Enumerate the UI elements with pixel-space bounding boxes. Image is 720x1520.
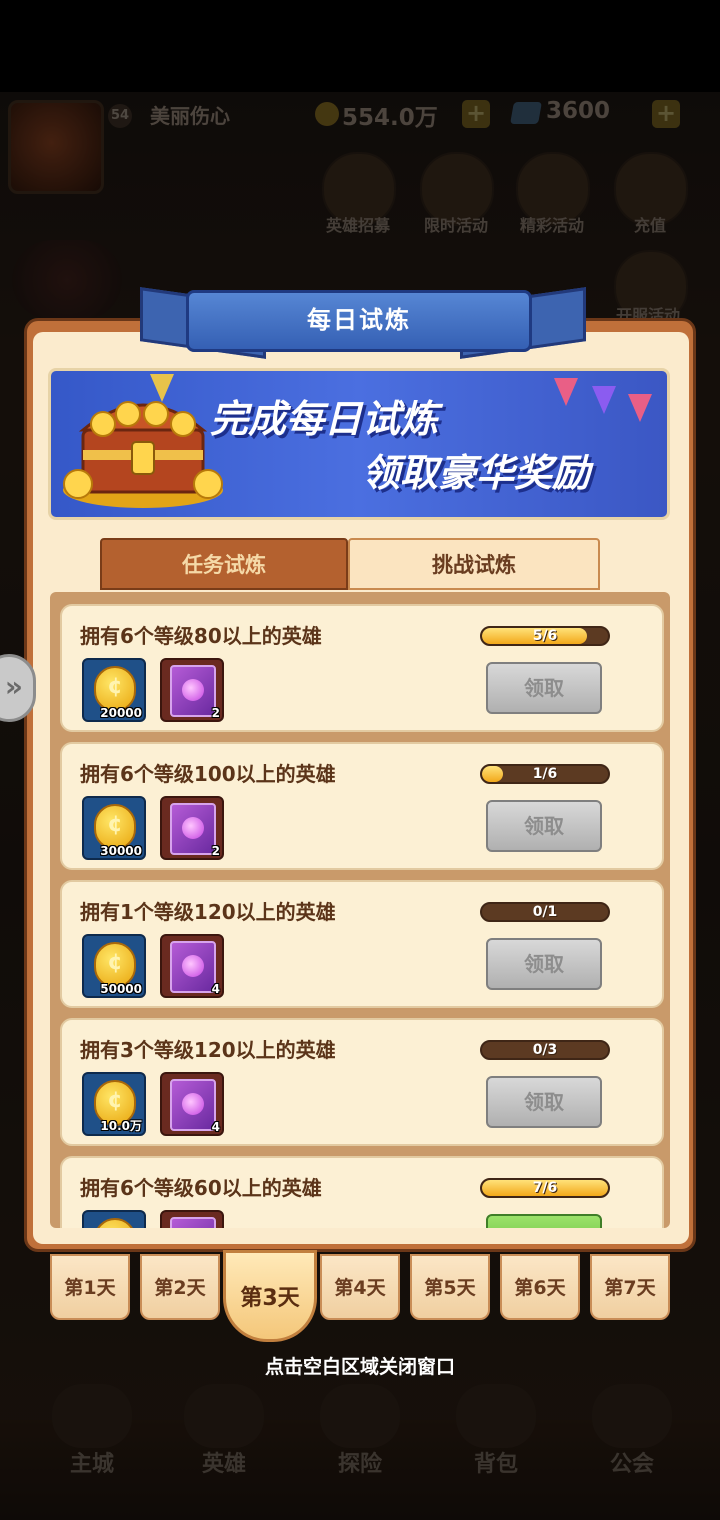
progress-text: 1/6 <box>532 766 558 782</box>
reward-quantity: 10.0万 <box>100 1119 142 1133</box>
bunting-flag <box>592 386 616 414</box>
tab-challenge-trial[interactable]: 挑战试炼 <box>348 538 600 590</box>
summon-card-icon <box>170 665 216 717</box>
reward-summon-card[interactable]: 4 <box>160 934 224 998</box>
tab-task-trial[interactable]: 任务试炼 <box>100 538 348 590</box>
progress-text: 7/6 <box>532 1180 558 1196</box>
summon-card-icon <box>170 941 216 993</box>
reward-quantity: 4 <box>211 1120 220 1134</box>
reward-quantity: 50000 <box>100 982 142 996</box>
progress-text: 0/1 <box>532 904 558 920</box>
claim-button[interactable]: 领取 <box>486 1076 602 1128</box>
day-tab-5[interactable]: 第5天 <box>410 1254 490 1320</box>
reward-summon-card[interactable] <box>160 1210 224 1228</box>
day-tab-6[interactable]: 第6天 <box>500 1254 580 1320</box>
task-title: 拥有6个等级80以上的英雄 <box>80 624 322 648</box>
summon-card-icon <box>170 1217 216 1228</box>
task-list[interactable]: 拥有6个等级80以上的英雄 5/6 ¢ 20000 2 领取 拥有6个等级100… <box>50 592 670 1228</box>
task-card: 拥有3个等级120以上的英雄 0/3 ¢ 10.0万 4 领取 <box>60 1018 664 1146</box>
reward-gold-coin[interactable]: ¢ 10.0万 <box>82 1072 146 1136</box>
task-title: 拥有3个等级120以上的英雄 <box>80 1038 336 1062</box>
task-progress-bar: 1/6 <box>480 764 610 784</box>
task-card: 拥有6个等级100以上的英雄 1/6 ¢ 30000 2 领取 <box>60 742 664 870</box>
claim-button[interactable]: 领取 <box>486 800 602 852</box>
banner-headline: 完成每日试炼 <box>210 397 439 441</box>
reward-gold-coin[interactable]: ¢ 20000 <box>82 658 146 722</box>
task-card: 拥有6个等级60以上的英雄 7/6 ¢ <box>60 1156 664 1228</box>
task-progress-bar: 7/6 <box>480 1178 610 1198</box>
reward-summon-card[interactable]: 2 <box>160 658 224 722</box>
reward-gold-coin[interactable]: ¢ 30000 <box>82 796 146 860</box>
gold-coin-icon: ¢ <box>94 1218 136 1228</box>
day-tab-3[interactable]: 第3天 <box>223 1250 317 1342</box>
reward-quantity: 2 <box>211 844 220 858</box>
day-tab-4[interactable]: 第4天 <box>320 1254 400 1320</box>
day-tab-7[interactable]: 第7天 <box>590 1254 670 1320</box>
claim-button[interactable] <box>486 1214 602 1228</box>
reward-summon-card[interactable]: 2 <box>160 796 224 860</box>
dialog-title: 每日试炼 <box>307 306 411 334</box>
reward-gold-coin[interactable]: ¢ <box>82 1210 146 1228</box>
progress-text: 5/6 <box>532 628 558 644</box>
reward-gold-coin[interactable]: ¢ 50000 <box>82 934 146 998</box>
reward-quantity: 4 <box>211 982 220 996</box>
day-tab-1[interactable]: 第1天 <box>50 1254 130 1320</box>
reward-quantity: 30000 <box>100 844 142 858</box>
task-card: 拥有6个等级80以上的英雄 5/6 ¢ 20000 2 领取 <box>60 604 664 732</box>
day-tab-2[interactable]: 第2天 <box>140 1254 220 1320</box>
claim-button[interactable]: 领取 <box>486 938 602 990</box>
task-title: 拥有1个等级120以上的英雄 <box>80 900 336 924</box>
reward-quantity: 20000 <box>100 706 142 720</box>
summon-card-icon <box>170 803 216 855</box>
task-progress-bar: 0/1 <box>480 902 610 922</box>
task-progress-bar: 5/6 <box>480 626 610 646</box>
bunting-flag <box>554 378 578 406</box>
close-hint: 点击空白区域关闭窗口 <box>264 1356 455 1378</box>
task-title: 拥有6个等级60以上的英雄 <box>80 1176 322 1200</box>
summon-card-icon <box>170 1079 216 1131</box>
treasure-chest-icon <box>63 401 223 508</box>
banner-subheadline: 领取豪华奖励 <box>362 451 591 495</box>
task-card: 拥有1个等级120以上的英雄 0/1 ¢ 50000 4 领取 <box>60 880 664 1008</box>
progress-text: 0/3 <box>532 1042 558 1058</box>
task-title: 拥有6个等级100以上的英雄 <box>80 762 336 786</box>
task-progress-bar: 0/3 <box>480 1040 610 1060</box>
reward-summon-card[interactable]: 4 <box>160 1072 224 1136</box>
reward-quantity: 2 <box>211 706 220 720</box>
claim-button[interactable]: 领取 <box>486 662 602 714</box>
bunting-flag <box>628 394 652 422</box>
